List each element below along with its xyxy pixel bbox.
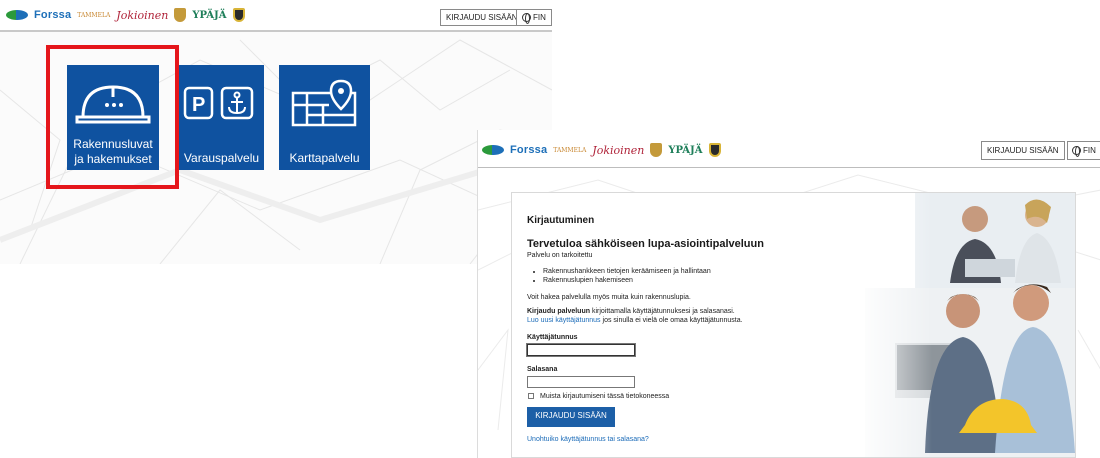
- username-field[interactable]: [527, 344, 635, 356]
- other-use-text: Voit hakea palvelulla myös muita kuin ra…: [527, 294, 691, 301]
- forgot-credentials-link[interactable]: Unohtuiko käyttäjätunnus tai salasana?: [527, 435, 649, 444]
- tile-reservation-service-label: Varauspalvelu: [183, 151, 260, 165]
- globe-icon: [522, 13, 531, 24]
- highlight-frame: [46, 45, 179, 189]
- purpose-list: Rakennushankkeen tietojen keräämiseen ja…: [543, 267, 843, 285]
- login-submit-button[interactable]: KIRJAUDU SISÄÄN: [527, 407, 615, 427]
- forssa-logo-text: Forssa: [510, 144, 548, 156]
- language-label: FIN: [1083, 146, 1096, 155]
- create-account-line: Luo uusi käyttäjätunnus jos sinulla ei v…: [527, 316, 867, 325]
- language-selector[interactable]: FIN: [516, 9, 552, 26]
- tile-reservation-service[interactable]: P Varauspalvelu: [179, 65, 264, 170]
- password-field[interactable]: [527, 376, 635, 388]
- login-link[interactable]: KIRJAUDU SISÄÄN: [981, 141, 1065, 160]
- instruction-text: kirjoittamalla käyttäjätunnuksesi ja sal…: [590, 308, 735, 315]
- forssa-logo-icon: [6, 10, 28, 20]
- parking-anchor-icon: P: [183, 86, 254, 120]
- jokioinen-crest-icon: [650, 143, 663, 157]
- map-pin-icon: [291, 79, 357, 127]
- create-account-link[interactable]: Luo uusi käyttäjätunnus: [527, 317, 601, 324]
- login-instruction: Kirjaudu palveluun kirjoittamalla käyttä…: [527, 307, 867, 316]
- tammela-crest-icon: [232, 8, 245, 22]
- jokioinen-crest-icon: [174, 8, 187, 22]
- ypaja-logo-text: YPÄJÄ: [192, 9, 227, 21]
- portal-header: Forssa TAMMELA Jokioinen YPÄJÄ KIRJAUDU …: [478, 130, 1100, 168]
- jokioinen-logo-text: Jokioinen: [116, 8, 169, 22]
- tammela-crest-icon: [708, 143, 721, 157]
- welcome-heading: Tervetuloa sähköiseen lupa-asiointipalve…: [527, 238, 764, 250]
- remember-me-checkbox[interactable]: [528, 393, 534, 399]
- portal-home-screenshot: Forssa TAMMELA Jokioinen YPÄJÄ KIRJAUDU …: [0, 0, 552, 264]
- tile-map-service[interactable]: Karttapalvelu: [279, 65, 370, 170]
- password-label: Salasana: [527, 366, 558, 373]
- globe-icon: [1072, 146, 1081, 157]
- municipality-logos: Forssa TAMMELA Jokioinen YPÄJÄ: [6, 8, 245, 22]
- tammela-logo-text: TAMMELA: [77, 11, 111, 19]
- login-card: Kirjautuminen Tervetuloa sähköiseen lupa…: [511, 192, 1076, 458]
- create-account-text: jos sinulla ei vielä ole omaa käyttäjätu…: [600, 317, 743, 324]
- list-item: Rakennuslupien hakemiseen: [543, 276, 843, 285]
- username-label: Käyttäjätunnus: [527, 334, 578, 341]
- tile-map-service-label: Karttapalvelu: [289, 151, 360, 165]
- svg-text:P: P: [192, 94, 205, 116]
- remember-me-label: Muista kirjautumiseni tässä tietokoneess…: [540, 393, 670, 400]
- forssa-logo-text: Forssa: [34, 9, 72, 21]
- language-selector[interactable]: FIN: [1067, 141, 1100, 160]
- municipality-logos: Forssa TAMMELA Jokioinen YPÄJÄ: [482, 143, 721, 157]
- forssa-logo-icon: [482, 145, 504, 155]
- tammela-logo-text: TAMMELA: [553, 146, 587, 154]
- login-page-screenshot: Forssa TAMMELA Jokioinen YPÄJÄ KIRJAUDU …: [477, 130, 1100, 458]
- language-label: FIN: [533, 13, 546, 22]
- login-link[interactable]: KIRJAUDU SISÄÄN: [440, 9, 524, 26]
- ypaja-logo-text: YPÄJÄ: [668, 144, 703, 156]
- instruction-bold: Kirjaudu palveluun: [527, 308, 591, 315]
- jokioinen-logo-text: Jokioinen: [592, 143, 645, 157]
- people-photo: [855, 193, 1075, 457]
- list-item: Rakennushankkeen tietojen keräämiseen ja…: [543, 267, 843, 276]
- login-title: Kirjautuminen: [527, 215, 595, 226]
- portal-header: Forssa TAMMELA Jokioinen YPÄJÄ KIRJAUDU …: [0, 0, 552, 32]
- intro-text: Palvelu on tarkoitettu: [527, 252, 593, 259]
